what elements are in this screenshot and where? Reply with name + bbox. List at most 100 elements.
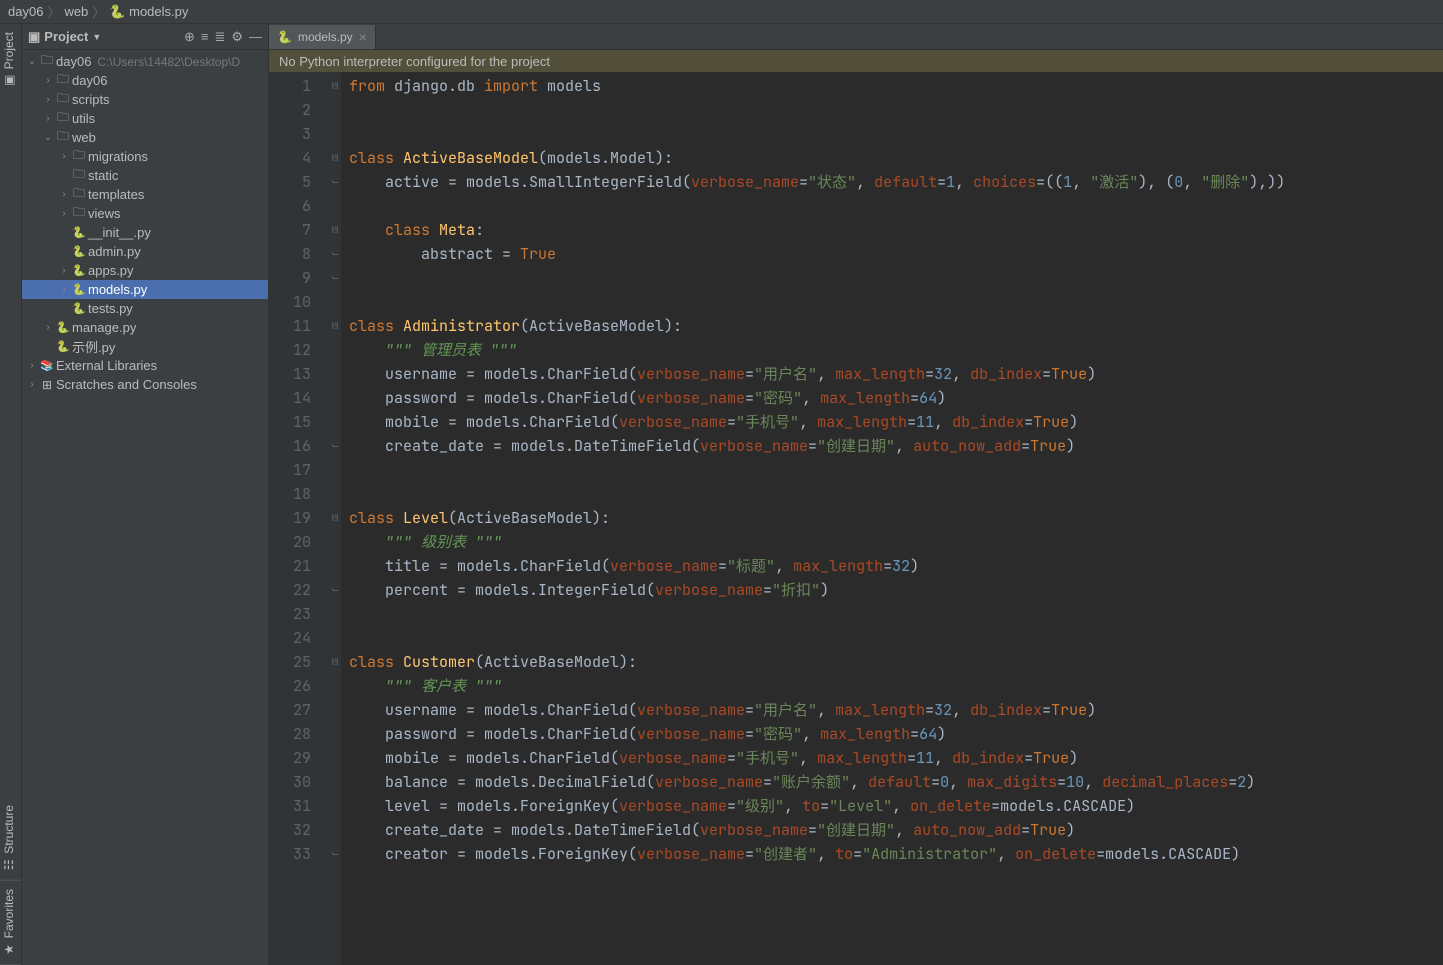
tree-item[interactable]: ›🗀day06	[22, 71, 268, 90]
code-line[interactable]	[349, 98, 1443, 122]
fold-toggle[interactable]: ⊟	[329, 506, 341, 530]
fold-toggle[interactable]	[329, 290, 341, 314]
code-line[interactable]	[349, 194, 1443, 218]
code-editor[interactable]: 1234⬇56789101112131415161718192021222324…	[269, 72, 1443, 965]
hide-button[interactable]: —	[249, 29, 262, 44]
chevron-right-icon[interactable]: ›	[58, 189, 70, 200]
tree-item[interactable]: ›🗀utils	[22, 109, 268, 128]
fold-toggle[interactable]	[329, 410, 341, 434]
fold-toggle[interactable]: ⌙	[329, 578, 341, 602]
fold-toggle[interactable]	[329, 98, 341, 122]
fold-toggle[interactable]: ⌙	[329, 242, 341, 266]
tree-item[interactable]: ›🗀views	[22, 204, 268, 223]
code-line[interactable]: create_date = models.DateTimeField(verbo…	[349, 818, 1443, 842]
breadcrumb-item[interactable]: 🐍 models.py	[109, 4, 188, 20]
fold-gutter[interactable]: ⊟⊟⌙⊟⌙⌙⊟⌙⊟⌙⊟⌙	[329, 72, 341, 965]
code-line[interactable]	[349, 290, 1443, 314]
code-line[interactable]: class Level(ActiveBaseModel):	[349, 506, 1443, 530]
chevron-right-icon[interactable]: ›	[58, 265, 70, 276]
code-line[interactable]: title = models.CharField(verbose_name="标…	[349, 554, 1443, 578]
fold-toggle[interactable]	[329, 770, 341, 794]
fold-toggle[interactable]	[329, 482, 341, 506]
code-line[interactable]: creator = models.ForeignKey(verbose_name…	[349, 842, 1443, 866]
chevron-down-icon[interactable]: ⌄	[42, 132, 54, 143]
code-line[interactable]	[349, 482, 1443, 506]
fold-toggle[interactable]: ⊟	[329, 218, 341, 242]
fold-toggle[interactable]: ⌙	[329, 266, 341, 290]
code-line[interactable]: password = models.CharField(verbose_name…	[349, 722, 1443, 746]
fold-toggle[interactable]	[329, 794, 341, 818]
fold-toggle[interactable]	[329, 458, 341, 482]
tree-item[interactable]: ›📚External Libraries	[22, 356, 268, 375]
fold-toggle[interactable]: ⊟	[329, 650, 341, 674]
tree-item[interactable]: ›⊞Scratches and Consoles	[22, 375, 268, 394]
tree-item[interactable]: 🐍__init__.py	[22, 223, 268, 242]
chevron-right-icon[interactable]: ›	[58, 151, 70, 162]
fold-toggle[interactable]	[329, 698, 341, 722]
chevron-right-icon[interactable]: ›	[42, 75, 54, 86]
code-line[interactable]: """ 管理员表 """	[349, 338, 1443, 362]
tree-item[interactable]: 🐍admin.py	[22, 242, 268, 261]
code-line[interactable]: class Administrator(ActiveBaseModel):	[349, 314, 1443, 338]
tree-item[interactable]: ›🗀scripts	[22, 90, 268, 109]
fold-toggle[interactable]	[329, 674, 341, 698]
chevron-right-icon[interactable]: ›	[42, 113, 54, 124]
fold-toggle[interactable]: ⊟	[329, 74, 341, 98]
structure-tool-tab[interactable]: ☷Structure	[0, 797, 21, 881]
code-line[interactable]: percent = models.IntegerField(verbose_na…	[349, 578, 1443, 602]
fold-toggle[interactable]	[329, 626, 341, 650]
code-line[interactable]	[349, 266, 1443, 290]
breadcrumb-item[interactable]: web	[64, 4, 88, 19]
tree-item[interactable]: ›🐍manage.py	[22, 318, 268, 337]
fold-toggle[interactable]	[329, 122, 341, 146]
tree-item[interactable]: ⌄🗀web	[22, 128, 268, 147]
tree-item[interactable]: 🐍tests.py	[22, 299, 268, 318]
breadcrumb[interactable]: day06 〉 web 〉 🐍 models.py	[8, 2, 188, 21]
interpreter-warning-banner[interactable]: No Python interpreter configured for the…	[269, 50, 1443, 72]
fold-toggle[interactable]	[329, 338, 341, 362]
fold-toggle[interactable]	[329, 554, 341, 578]
chevron-right-icon[interactable]: ›	[42, 94, 54, 105]
project-tree[interactable]: ⌄🗀day06C:\Users\14482\Desktop\D›🗀day06›🗀…	[22, 50, 268, 965]
chevron-down-icon[interactable]: ⌄	[26, 56, 38, 67]
fold-toggle[interactable]	[329, 362, 341, 386]
tree-item[interactable]: 🗀static	[22, 166, 268, 185]
chevron-right-icon[interactable]: ›	[58, 208, 70, 219]
fold-toggle[interactable]: ⊟	[329, 146, 341, 170]
code-line[interactable]: active = models.SmallIntegerField(verbos…	[349, 170, 1443, 194]
breadcrumb-item[interactable]: day06	[8, 4, 43, 19]
chevron-right-icon[interactable]: ›	[26, 360, 38, 371]
fold-toggle[interactable]: ⌙	[329, 434, 341, 458]
fold-toggle[interactable]: ⌙	[329, 170, 341, 194]
fold-toggle[interactable]	[329, 194, 341, 218]
select-opened-file-button[interactable]: ⊕	[184, 29, 195, 45]
tree-item[interactable]: ›🐍apps.py	[22, 261, 268, 280]
fold-toggle[interactable]	[329, 818, 341, 842]
code-line[interactable]: mobile = models.CharField(verbose_name="…	[349, 746, 1443, 770]
close-icon[interactable]: ×	[359, 29, 367, 45]
expand-all-button[interactable]: ≡	[201, 29, 209, 44]
code-line[interactable]: from django.db import models	[349, 74, 1443, 98]
tree-item[interactable]: 🐍示例.py	[22, 337, 268, 356]
fold-toggle[interactable]	[329, 386, 341, 410]
code-line[interactable]	[349, 602, 1443, 626]
code-line[interactable]: password = models.CharField(verbose_name…	[349, 386, 1443, 410]
chevron-right-icon[interactable]: ›	[26, 379, 38, 390]
code-line[interactable]: username = models.CharField(verbose_name…	[349, 362, 1443, 386]
code-line[interactable]: abstract = True	[349, 242, 1443, 266]
settings-button[interactable]: ⚙	[231, 29, 243, 45]
fold-toggle[interactable]	[329, 722, 341, 746]
fold-toggle[interactable]	[329, 602, 341, 626]
code-line[interactable]: class Meta:	[349, 218, 1443, 242]
project-tool-tab[interactable]: ▣Project	[0, 24, 21, 95]
code-line[interactable]: mobile = models.CharField(verbose_name="…	[349, 410, 1443, 434]
collapse-all-button[interactable]: ≣	[214, 29, 225, 45]
fold-toggle[interactable]: ⊟	[329, 314, 341, 338]
tree-item[interactable]: ›🗀migrations	[22, 147, 268, 166]
code-line[interactable]: username = models.CharField(verbose_name…	[349, 698, 1443, 722]
code-line[interactable]: create_date = models.DateTimeField(verbo…	[349, 434, 1443, 458]
fold-toggle[interactable]	[329, 746, 341, 770]
fold-toggle[interactable]: ⌙	[329, 842, 341, 866]
tree-item[interactable]: ›🐍models.py	[22, 280, 268, 299]
tree-item[interactable]: ›🗀templates	[22, 185, 268, 204]
